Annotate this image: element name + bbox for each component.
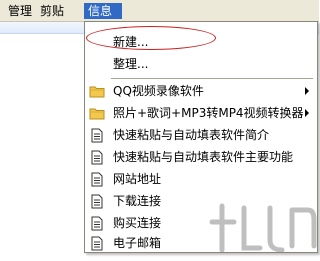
document-icon: [89, 236, 105, 251]
document-icon: [89, 128, 105, 143]
menu-item-label: 下载连接: [113, 194, 162, 208]
menu-clipboard[interactable]: 剪贴: [36, 3, 68, 19]
menu-item-label: QQ视频录像软件: [113, 84, 204, 98]
menu-item-purchase-link[interactable]: 购买连接: [85, 213, 317, 233]
menu-item-new[interactable]: 新建...: [85, 32, 317, 52]
folder-icon: [89, 106, 105, 121]
document-icon: [89, 216, 105, 231]
submenu-arrow-icon: [305, 109, 309, 117]
document-icon: [89, 150, 105, 165]
document-icon: [89, 172, 105, 187]
menu-item-photo-mp4-converter[interactable]: 照片+歌词+MP3转MP4视频转换器: [85, 103, 317, 123]
menu-item-label: 照片+歌词+MP3转MP4视频转换器: [113, 106, 304, 120]
menu-bar: 管理 剪贴 信息: [0, 0, 319, 22]
document-icon: [89, 194, 105, 209]
menu-info[interactable]: 信息: [84, 3, 122, 19]
menu-item-software-intro[interactable]: 快速粘贴与自动填表软件简介: [85, 125, 317, 145]
menu-item-label: 快速粘贴与自动填表软件简介: [113, 128, 270, 142]
menu-item-label: 快速粘贴与自动填表软件主要功能: [113, 150, 294, 164]
submenu-arrow-icon: [305, 87, 309, 95]
menu-item-label: 整理...: [113, 57, 149, 71]
menu-item-email[interactable]: 电子邮箱: [85, 233, 317, 253]
menu-item-organize[interactable]: 整理...: [85, 54, 317, 74]
menu-item-software-features[interactable]: 快速粘贴与自动填表软件主要功能: [85, 147, 317, 167]
menu-separator: [111, 78, 313, 79]
info-dropdown-menu: 新建... 整理... QQ视频录像软件 照片+歌词+MP3转MP4视频转换器: [84, 21, 318, 253]
menu-item-label: 网站地址: [113, 172, 162, 186]
menu-item-qq-video-recorder[interactable]: QQ视频录像软件: [85, 81, 317, 101]
menu-item-label: 电子邮箱: [113, 236, 162, 250]
folder-icon: [89, 84, 105, 99]
menu-item-label: 购买连接: [113, 216, 162, 230]
menu-item-download-link[interactable]: 下载连接: [85, 191, 317, 211]
menu-manage[interactable]: 管理: [4, 3, 36, 19]
menu-item-website[interactable]: 网站地址: [85, 169, 317, 189]
menu-item-label: 新建...: [113, 35, 149, 49]
